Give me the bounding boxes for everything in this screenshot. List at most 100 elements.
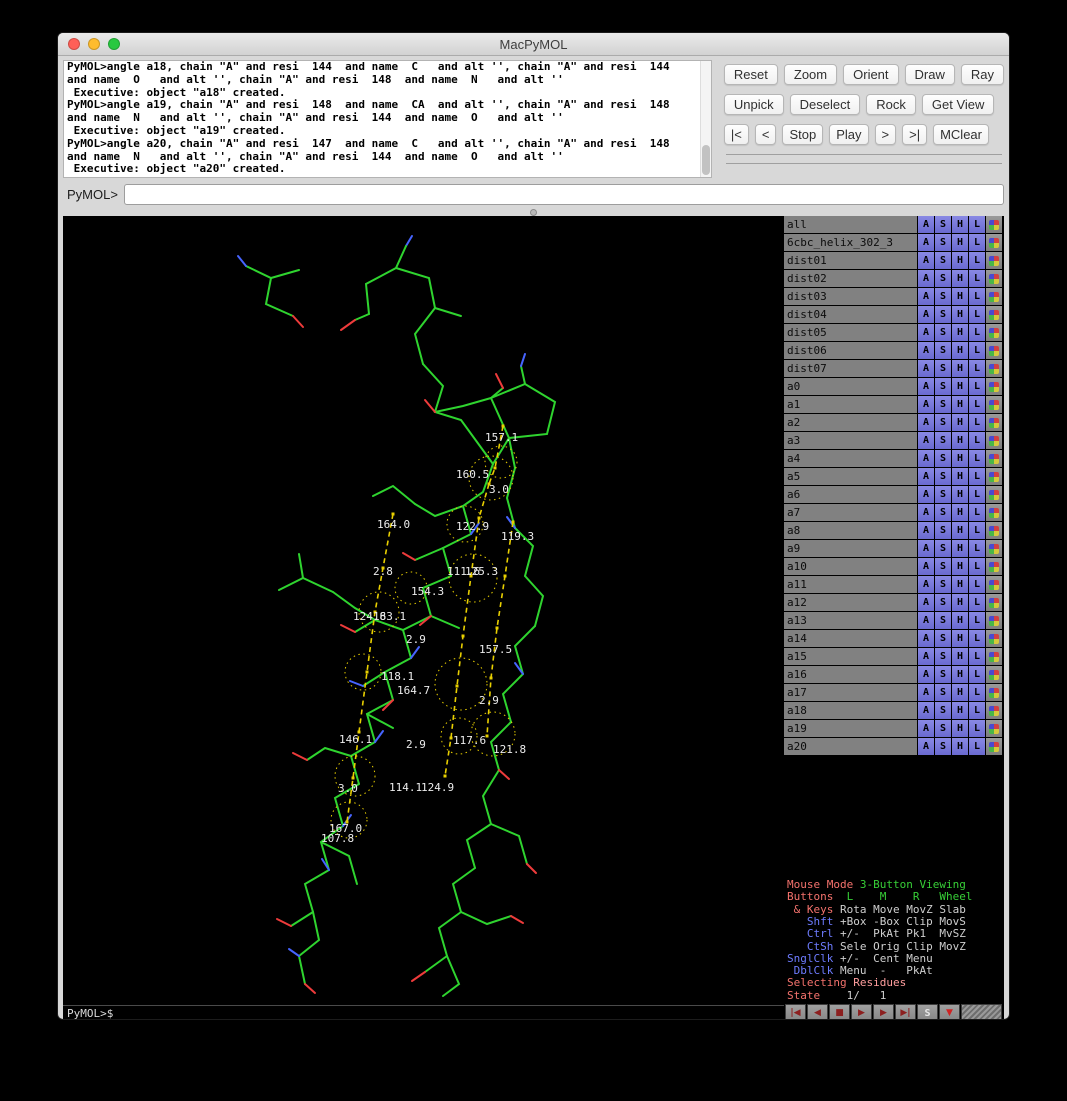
color-button[interactable] [986,378,1002,395]
color-button[interactable] [986,324,1002,341]
s-button[interactable]: S [935,486,951,503]
s-button[interactable]: S [935,342,951,359]
a-button[interactable]: A [918,630,934,647]
object-name[interactable]: a0 [784,378,917,395]
s-button[interactable]: S [935,702,951,719]
h-button[interactable]: H [952,252,968,269]
h-button[interactable]: H [952,414,968,431]
h-button[interactable]: H [952,288,968,305]
s-button[interactable]: S [935,216,951,233]
l-button[interactable]: L [969,252,985,269]
object-name[interactable]: a16 [784,666,917,683]
ctrl-button[interactable]: >| [902,124,927,145]
ctrl-button[interactable]: > [875,124,897,145]
a-button[interactable]: A [918,468,934,485]
a-button[interactable]: A [918,360,934,377]
color-button[interactable] [986,306,1002,323]
l-button[interactable]: L [969,468,985,485]
object-name[interactable]: a6 [784,486,917,503]
h-button[interactable]: H [952,504,968,521]
a-button[interactable]: A [918,684,934,701]
color-button[interactable] [986,612,1002,629]
h-button[interactable]: H [952,432,968,449]
s-button[interactable]: S [935,324,951,341]
s-button[interactable]: S [935,432,951,449]
color-button[interactable] [986,486,1002,503]
object-name[interactable]: all [784,216,917,233]
a-button[interactable]: A [918,324,934,341]
l-button[interactable]: L [969,396,985,413]
a-button[interactable]: A [918,522,934,539]
a-button[interactable]: A [918,342,934,359]
l-button[interactable]: L [969,738,985,755]
title-bar[interactable]: MacPyMOL [58,33,1009,56]
minimize-button[interactable] [88,38,100,50]
object-name[interactable]: dist04 [784,306,917,323]
h-button[interactable]: H [952,576,968,593]
h-button[interactable]: H [952,558,968,575]
color-button[interactable] [986,738,1002,755]
h-button[interactable]: H [952,666,968,683]
rock-button[interactable]: Rock [866,94,916,115]
a-button[interactable]: A [918,378,934,395]
play-button[interactable]: Play [829,124,868,145]
object-name[interactable]: a12 [784,594,917,611]
a-button[interactable]: A [918,234,934,251]
color-button[interactable] [986,342,1002,359]
object-name[interactable]: dist01 [784,252,917,269]
h-button[interactable]: H [952,594,968,611]
s-button[interactable]: S [935,414,951,431]
color-button[interactable] [986,450,1002,467]
h-button[interactable]: H [952,396,968,413]
object-name[interactable]: a3 [784,432,917,449]
s-button[interactable]: S [935,630,951,647]
l-button[interactable]: L [969,234,985,251]
l-button[interactable]: L [969,630,985,647]
console-log[interactable]: PyMOL>angle a18, chain "A" and resi 144 … [63,60,712,178]
object-name[interactable]: a14 [784,630,917,647]
l-button[interactable]: L [969,306,985,323]
color-button[interactable] [986,396,1002,413]
a-button[interactable]: A [918,576,934,593]
console-scrollbar[interactable] [700,61,711,177]
object-name[interactable]: dist07 [784,360,917,377]
s-button[interactable]: S [935,720,951,737]
ray-button[interactable]: Ray [961,64,1004,85]
l-button[interactable]: L [969,324,985,341]
s-button[interactable]: S [935,594,951,611]
get-view-button[interactable]: Get View [922,94,995,115]
object-name[interactable]: a20 [784,738,917,755]
s-button[interactable]: S [935,270,951,287]
movie-rewind-button[interactable]: |◀ [785,1004,806,1020]
a-button[interactable]: A [918,432,934,449]
movie-frame-forward-button[interactable]: ▶ [873,1004,894,1020]
zoom-window-button[interactable] [108,38,120,50]
l-button[interactable]: L [969,432,985,449]
h-button[interactable]: H [952,702,968,719]
movie-sliders[interactable] [726,154,1002,164]
color-button[interactable] [986,216,1002,233]
s-button[interactable]: S [935,252,951,269]
s-button[interactable]: S [935,522,951,539]
deselect-button[interactable]: Deselect [790,94,861,115]
color-button[interactable] [986,648,1002,665]
object-name[interactable]: a8 [784,522,917,539]
s-button[interactable]: S [935,378,951,395]
a-button[interactable]: A [918,720,934,737]
s-button[interactable]: S [935,468,951,485]
a-button[interactable]: A [918,666,934,683]
color-button[interactable] [986,468,1002,485]
color-button[interactable] [986,594,1002,611]
h-button[interactable]: H [952,324,968,341]
h-button[interactable]: H [952,648,968,665]
h-button[interactable]: H [952,378,968,395]
object-name[interactable]: dist06 [784,342,917,359]
l-button[interactable]: L [969,702,985,719]
l-button[interactable]: L [969,378,985,395]
h-button[interactable]: H [952,630,968,647]
a-button[interactable]: A [918,540,934,557]
a-button[interactable]: A [918,612,934,629]
s-button[interactable]: S [935,684,951,701]
ctrl-button[interactable]: |< [724,124,749,145]
l-button[interactable]: L [969,720,985,737]
